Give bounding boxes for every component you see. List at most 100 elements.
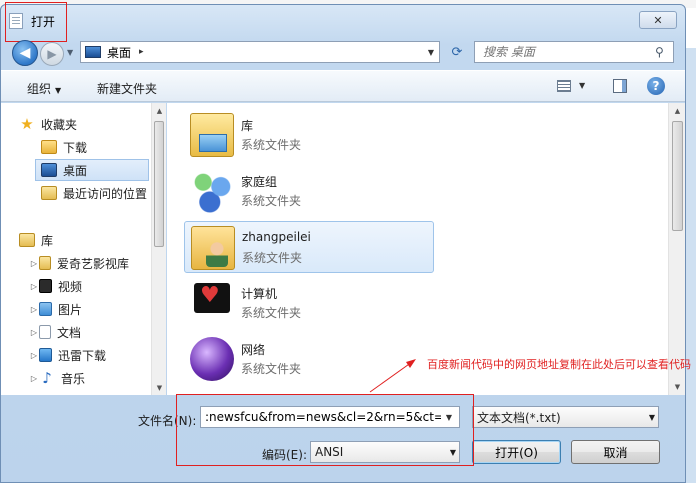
expand-arrow-icon[interactable]: ▷	[29, 328, 39, 337]
file-scrollbar[interactable]: ▲ ▼	[668, 103, 685, 395]
new-folder-button[interactable]: 新建文件夹	[97, 80, 157, 97]
user-folder-icon	[191, 226, 235, 270]
file-list: 库 系统文件夹 家庭组 系统文件夹 zhangpeilei 系统文件夹 计算机 …	[167, 103, 685, 395]
expand-arrow-icon[interactable]: ▷	[29, 259, 39, 268]
file-type: 系统文件夹	[241, 362, 302, 376]
desktop-icon	[85, 46, 101, 58]
homegroup-icon	[190, 169, 234, 213]
downloads-folder-icon	[41, 140, 57, 154]
nav-videos[interactable]: ▷ 视频	[29, 275, 82, 297]
computer-icon	[190, 281, 234, 325]
picture-library-icon	[39, 302, 52, 316]
nav-recent-places[interactable]: 最近访问的位置	[41, 182, 147, 204]
navigation-pane: ★ 收藏夹 下载 桌面 最近访问的位置 库 ▷ 爱奇艺影视库 ▷ 视频 ▷ 图片 ▷ 文档…	[1, 103, 166, 395]
search-input[interactable]	[475, 45, 655, 59]
nav-music-label: 音乐	[61, 371, 86, 386]
file-type: 系统文件夹	[242, 251, 303, 265]
filetype-dropdown-icon[interactable]: ▼	[642, 413, 658, 422]
scroll-down-icon[interactable]: ▼	[152, 380, 167, 395]
file-type: 系统文件夹	[241, 138, 302, 152]
nav-music[interactable]: ▷ ♪ 音乐	[29, 367, 85, 389]
view-options-dropdown-icon[interactable]: ▼	[579, 81, 585, 90]
preview-pane-icon[interactable]	[613, 79, 627, 93]
file-type: 系统文件夹	[241, 306, 302, 320]
forward-button[interactable]: ▶	[40, 42, 64, 66]
expand-arrow-icon[interactable]: ▷	[29, 282, 39, 291]
close-button[interactable]: ✕	[639, 11, 677, 29]
nav-documents[interactable]: ▷ 文档	[29, 321, 81, 343]
cancel-button[interactable]: 取消	[571, 440, 660, 464]
star-icon: ★	[20, 115, 34, 133]
organize-button[interactable]: 组织 ▼	[27, 80, 61, 97]
file-name: 计算机	[241, 287, 278, 301]
music-note-icon: ♪	[42, 369, 52, 387]
nav-favorites-label: 收藏夹	[41, 117, 78, 132]
nav-pictures[interactable]: ▷ 图片	[29, 298, 82, 320]
expand-arrow-icon[interactable]: ▷	[29, 374, 39, 383]
nav-aiqiyi[interactable]: ▷ 爱奇艺影视库	[29, 252, 129, 274]
scroll-thumb[interactable]	[154, 121, 164, 247]
nav-documents-label: 文档	[57, 325, 82, 340]
breadcrumb-separator-icon[interactable]: ▸	[139, 47, 144, 57]
nav-desktop[interactable]: 桌面	[35, 159, 149, 181]
video-library-icon	[39, 279, 52, 293]
history-dropdown-icon[interactable]: ▼	[67, 48, 73, 57]
nav-libraries[interactable]: 库	[19, 229, 53, 251]
expand-arrow-icon[interactable]: ▷	[29, 305, 39, 314]
nav-downloads[interactable]: 下载	[41, 136, 87, 158]
nav-aiqiyi-label: 爱奇艺影视库	[57, 256, 130, 271]
chevron-down-icon: ▼	[55, 86, 62, 95]
xunlei-icon	[39, 348, 52, 362]
nav-libraries-label: 库	[41, 233, 54, 248]
refresh-button[interactable]: ⟳	[444, 41, 470, 63]
file-name: zhangpeilei	[242, 230, 311, 244]
nav-pictures-label: 图片	[58, 302, 83, 317]
filetype-select[interactable]: 文本文档(*.txt) ▼	[472, 406, 659, 428]
scroll-thumb[interactable]	[672, 121, 683, 231]
back-arrow-icon: ◀	[19, 45, 31, 61]
open-button[interactable]: 打开(O)	[472, 440, 561, 464]
library-folder-icon	[190, 113, 234, 157]
file-name: 库	[241, 119, 254, 133]
desktop-icon	[41, 163, 57, 177]
document-library-icon	[39, 325, 51, 339]
change-view-icon[interactable]	[557, 80, 571, 92]
organize-label: 组织	[27, 82, 52, 96]
annotation-highlight-box	[176, 394, 474, 466]
help-icon[interactable]: ?	[647, 77, 665, 95]
nav-videos-label: 视频	[58, 279, 83, 294]
address-dropdown-icon[interactable]: ▼	[423, 42, 439, 62]
scroll-down-icon[interactable]: ▼	[669, 379, 686, 395]
file-item-user[interactable]: zhangpeilei 系统文件夹	[184, 221, 434, 273]
command-bar: 组织 ▼ 新建文件夹 ▼ ?	[1, 70, 685, 102]
file-item-network[interactable]: 网络 系统文件夹	[184, 333, 434, 385]
file-name: 家庭组	[241, 175, 278, 189]
title-highlight-box	[5, 2, 67, 42]
nav-favorites[interactable]: ★ 收藏夹	[19, 113, 77, 135]
nav-recent-label: 最近访问的位置	[63, 186, 148, 201]
nav-desktop-label: 桌面	[63, 163, 88, 178]
forward-arrow-icon: ▶	[47, 47, 57, 61]
filetype-value: 文本文档(*.txt)	[477, 410, 561, 425]
nav-xunlei[interactable]: ▷ 迅雷下载	[29, 344, 106, 366]
scroll-up-icon[interactable]: ▲	[152, 103, 167, 118]
nav-downloads-label: 下载	[63, 140, 88, 155]
back-button[interactable]: ◀	[12, 40, 38, 66]
search-icon[interactable]: ⚲	[655, 45, 673, 59]
address-bar[interactable]: 桌面 ▸ ▼	[80, 41, 440, 63]
expand-arrow-icon[interactable]: ▷	[29, 351, 39, 360]
search-box[interactable]: ⚲	[474, 41, 674, 63]
file-type: 系统文件夹	[241, 194, 302, 208]
nav-scrollbar[interactable]: ▲ ▼	[151, 103, 166, 395]
refresh-icon: ⟳	[451, 44, 463, 60]
file-item-homegroup[interactable]: 家庭组 系统文件夹	[184, 165, 434, 217]
network-icon	[190, 337, 234, 381]
file-item-computer[interactable]: 计算机 系统文件夹	[184, 277, 434, 329]
annotation-text: 百度新闻代码中的网页地址复制在此处后可以查看代码	[427, 358, 691, 371]
nav-xunlei-label: 迅雷下载	[58, 348, 107, 363]
scroll-up-icon[interactable]: ▲	[669, 103, 686, 119]
file-item-library[interactable]: 库 系统文件夹	[184, 109, 434, 161]
breadcrumb-desktop[interactable]: 桌面	[107, 44, 131, 61]
recent-places-icon	[41, 186, 57, 200]
folder-icon	[39, 256, 51, 270]
